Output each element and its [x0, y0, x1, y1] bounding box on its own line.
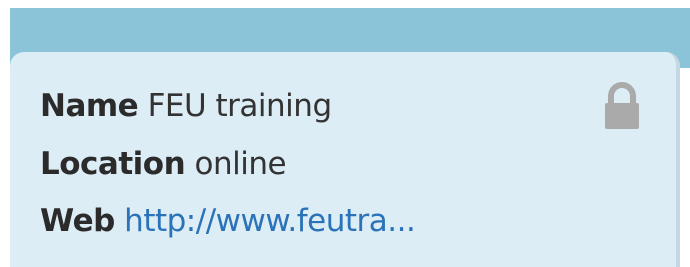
- name-value: FEU training: [147, 88, 333, 124]
- web-row: Web http://www.feutra...: [40, 203, 416, 239]
- profile-panel: Name FEU training Location online Web ht…: [0, 0, 690, 267]
- web-label: Web: [40, 203, 115, 239]
- location-label: Location: [40, 146, 186, 182]
- location-value: online: [194, 146, 287, 182]
- name-row: Name FEU training: [40, 88, 332, 124]
- lock-icon: [605, 82, 639, 129]
- web-link[interactable]: http://www.feutra...: [124, 203, 416, 239]
- location-row: Location online: [40, 146, 287, 182]
- profile-card: Name FEU training Location online Web ht…: [10, 52, 680, 267]
- name-label: Name: [40, 88, 139, 124]
